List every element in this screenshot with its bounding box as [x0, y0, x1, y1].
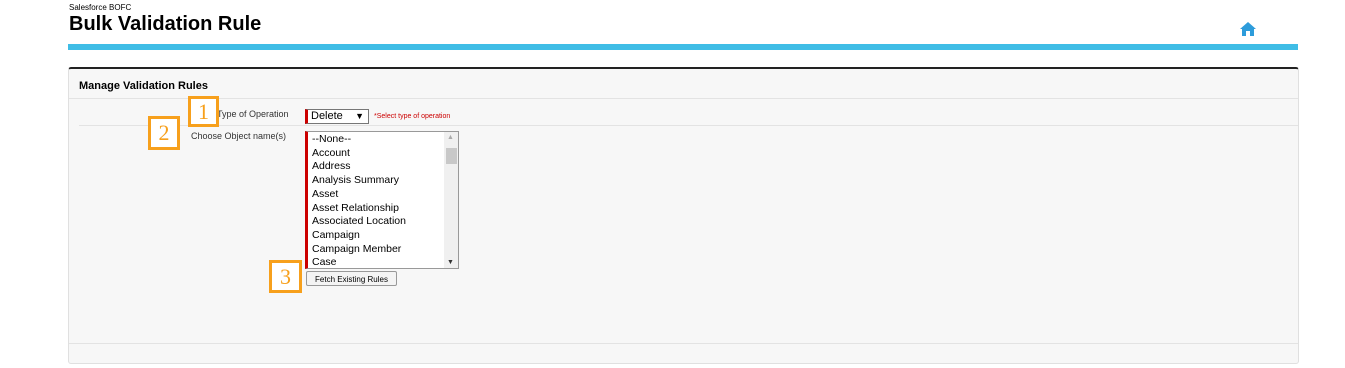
row-divider: [79, 125, 1298, 126]
panel-title: Manage Validation Rules: [79, 80, 208, 92]
footer-divider: [69, 343, 1298, 344]
object-option[interactable]: Campaign: [312, 229, 406, 243]
dropdown-arrow-icon: ▼: [355, 111, 364, 121]
callout-1: 1: [188, 96, 219, 127]
object-option[interactable]: --None--: [312, 133, 406, 147]
callout-3: 3: [269, 260, 302, 293]
home-icon[interactable]: [1239, 21, 1257, 37]
listbox-scrollbar[interactable]: ▲ ▼: [444, 132, 458, 268]
object-name-listbox[interactable]: --None-- Account Address Analysis Summary As…: [305, 131, 459, 269]
panel-divider: [69, 98, 1298, 99]
manage-validation-panel: Manage Validation Rules Type of Operatio…: [68, 67, 1299, 364]
type-of-operation-label: Type of Operation: [217, 109, 289, 119]
callout-2: 2: [148, 116, 180, 150]
type-of-operation-select[interactable]: Delete ▼: [305, 109, 369, 124]
page-title: Bulk Validation Rule: [69, 13, 262, 35]
object-option[interactable]: Analysis Summary: [312, 174, 406, 188]
choose-object-label: Choose Object name(s): [191, 131, 287, 141]
object-option[interactable]: Asset Relationship: [312, 202, 406, 216]
type-required-hint: *Select type of operation: [374, 113, 451, 120]
app-name: Salesforce BOFC: [69, 3, 132, 12]
scroll-down-icon[interactable]: ▼: [447, 259, 454, 266]
object-option[interactable]: Address: [312, 160, 406, 174]
object-option[interactable]: Associated Location: [312, 215, 406, 229]
fetch-existing-rules-button[interactable]: Fetch Existing Rules: [306, 271, 397, 286]
object-option[interactable]: Campaign Member: [312, 243, 406, 257]
object-option[interactable]: Case: [312, 256, 406, 270]
object-option[interactable]: Asset: [312, 188, 406, 202]
object-list: --None-- Account Address Analysis Summary As…: [312, 133, 406, 270]
header-accent-bar: [68, 44, 1298, 50]
object-option[interactable]: Account: [312, 147, 406, 161]
type-of-operation-value: Delete: [311, 110, 343, 122]
scroll-up-icon[interactable]: ▲: [447, 134, 454, 141]
scrollbar-thumb[interactable]: [446, 148, 457, 164]
